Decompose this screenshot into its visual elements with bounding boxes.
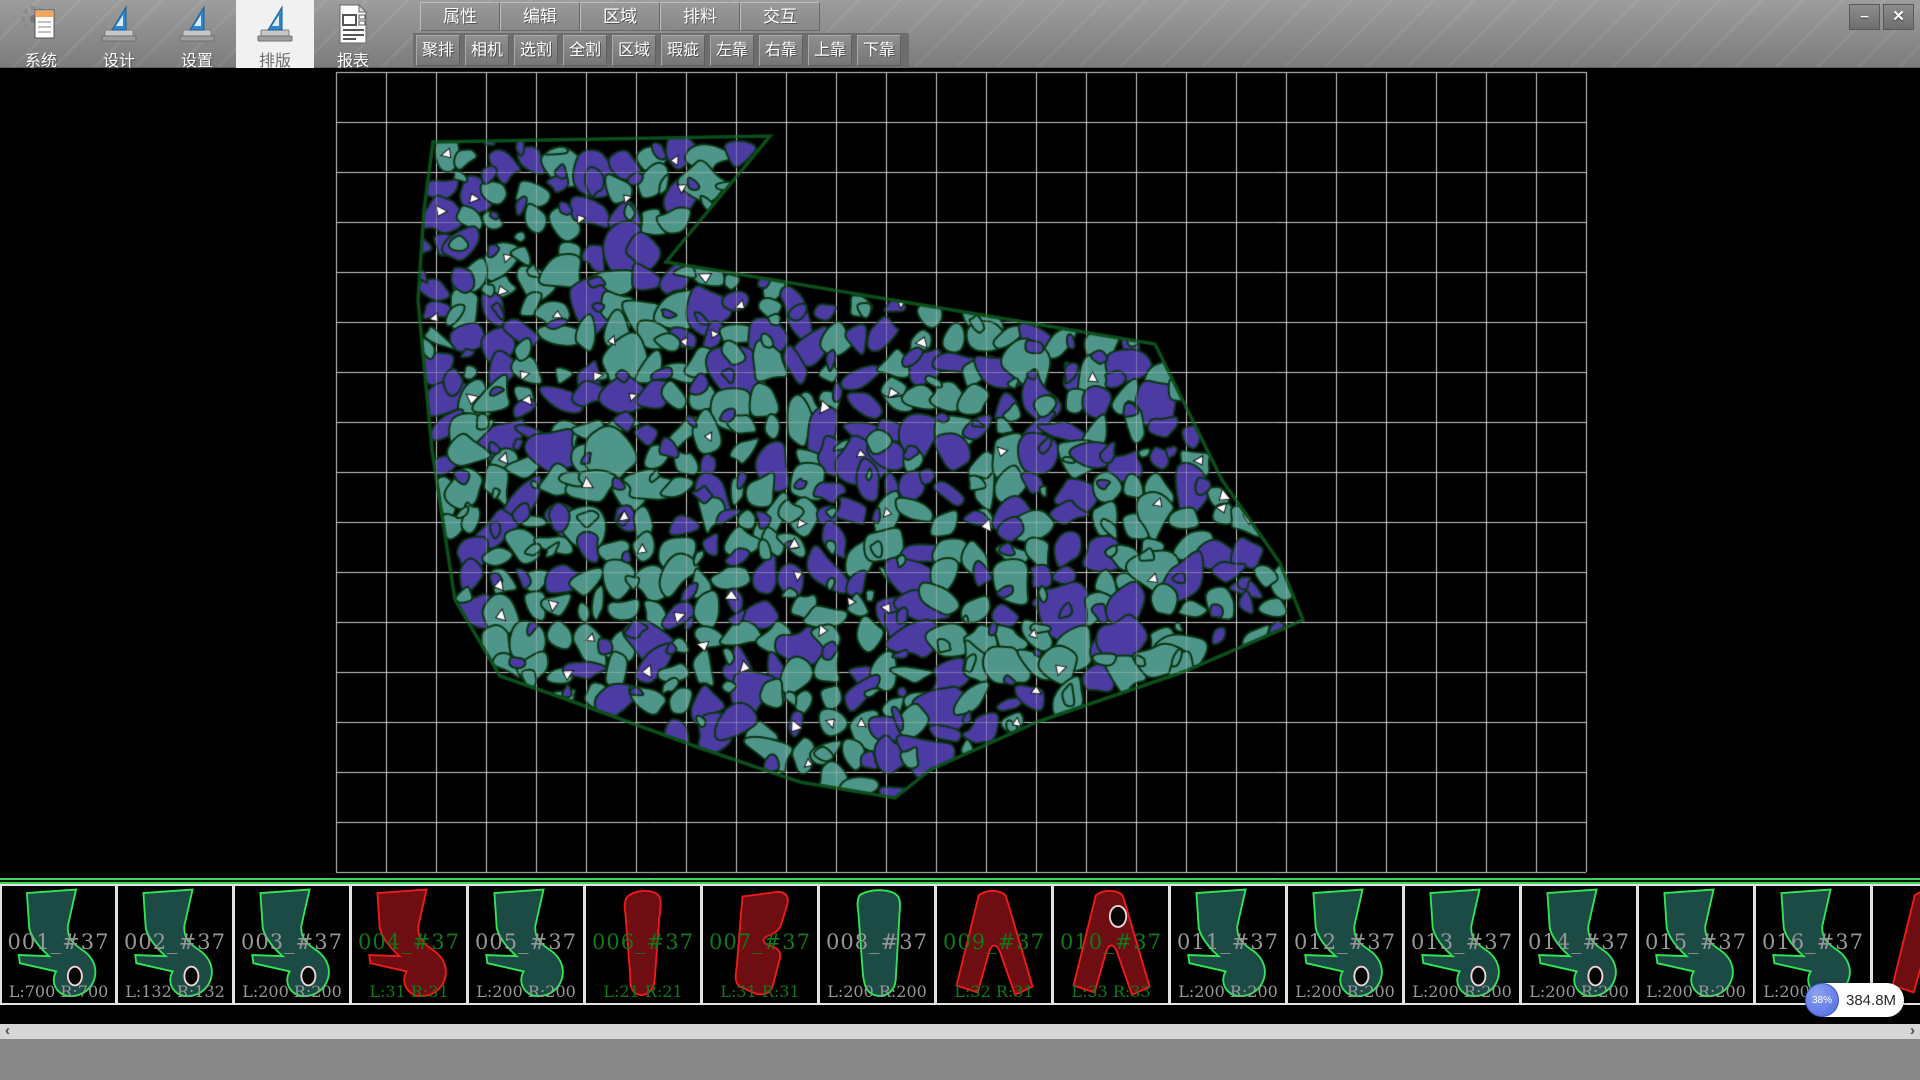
- tool-button-瑕疵[interactable]: 瑕疵: [661, 35, 705, 66]
- thumbnail-strip: 001_#37L:700 R:700002_#37L:132 R:132003_…: [0, 884, 1920, 1005]
- piece-count-label: L:200 R:200: [1405, 982, 1519, 1001]
- scroll-right-icon[interactable]: ›: [1910, 1022, 1915, 1039]
- piece-id-label: 005_#37: [469, 930, 583, 954]
- scroll-left-icon[interactable]: ‹: [5, 1022, 10, 1039]
- piece-id-label: 002_#37: [118, 930, 232, 954]
- design-icon: [98, 3, 140, 45]
- piece-id-label: 006_#37: [586, 930, 700, 954]
- piece-thumbnail[interactable]: 003_#37 L:200 R:200: [234, 884, 351, 1005]
- application-window: 系统设计设置排版报表 属性编辑区域排料交互 聚排相机选割全割区域瑕疵左靠右靠上靠…: [0, 0, 1920, 1080]
- piece-id-label: 003_#37: [235, 930, 349, 954]
- piece-thumbnail[interactable]: 005_#37 L:200 R:200: [468, 884, 585, 1005]
- tool-button-相机[interactable]: 相机: [465, 35, 509, 66]
- piece-count-label: L:200 R:200: [1171, 982, 1285, 1001]
- menu-item-属性[interactable]: 属性: [420, 2, 500, 31]
- piece-count-label: L:200 R:200: [469, 982, 583, 1001]
- tool-button-区域[interactable]: 区域: [612, 35, 656, 66]
- app-button-label: 排版: [259, 47, 291, 71]
- tool-button-上靠[interactable]: 上靠: [808, 35, 852, 66]
- menu-item-区域[interactable]: 区域: [580, 2, 660, 31]
- nesting-canvas[interactable]: [0, 68, 1920, 878]
- piece-count-label: L:200 R:200: [1639, 982, 1753, 1001]
- piece-id-label: 008_#37: [820, 930, 934, 954]
- piece-id-label: 004_#37: [352, 930, 466, 954]
- menu-bar: 属性编辑区域排料交互: [420, 2, 820, 31]
- piece-thumbnail[interactable]: 006_#37 L:21 R:21: [585, 884, 702, 1005]
- tool-button-左靠[interactable]: 左靠: [710, 35, 754, 66]
- app-button-label: 设计: [103, 47, 135, 71]
- app-button-label: 设置: [181, 47, 213, 71]
- progress-circle-icon: 38%: [1805, 983, 1839, 1017]
- piece-count-label: L:200 R:200: [820, 982, 934, 1001]
- piece-count-label: L:132 R:132: [118, 982, 232, 1001]
- piece-thumbnail[interactable]: 013_#37 L:200 R:200: [1404, 884, 1521, 1005]
- tool-button-下靠[interactable]: 下靠: [857, 35, 901, 66]
- piece-thumbnail[interactable]: 009_#37 L:32 R:31: [936, 884, 1053, 1005]
- piece-thumbnail[interactable]: 002_#37 L:132 R:132: [117, 884, 234, 1005]
- minimize-button[interactable]: –: [1849, 4, 1880, 30]
- piece-thumbnail[interactable]: 004_#37 L:31 R:31: [351, 884, 468, 1005]
- piece-id-label: 001_#37: [2, 930, 115, 954]
- piece-count-label: L:700 R:700: [2, 982, 115, 1001]
- piece-thumbnail[interactable]: 001_#37 L:700 R:700: [0, 884, 117, 1005]
- piece-count-label: L:32 R:31: [937, 982, 1051, 1001]
- piece-thumbnail[interactable]: 011_#37 L:200 R:200: [1170, 884, 1287, 1005]
- app-button-label: 报表: [337, 47, 369, 71]
- piece-thumbnail[interactable]: 008_#37 L:200 R:200: [819, 884, 936, 1005]
- piece-count-label: L:200 R:200: [1522, 982, 1636, 1001]
- piece-id-label: 012_#37: [1288, 930, 1402, 954]
- piece-count-label: L:33 R:33: [1054, 982, 1168, 1001]
- piece-id-label: 015_#37: [1639, 930, 1753, 954]
- app-button-排版[interactable]: 排版: [236, 0, 314, 68]
- close-button[interactable]: ✕: [1883, 4, 1914, 30]
- piece-thumbnail[interactable]: 012_#37 L:200 R:200: [1287, 884, 1404, 1005]
- tool-button-右靠[interactable]: 右靠: [759, 35, 803, 66]
- window-controls: – ✕: [1849, 4, 1914, 30]
- piece-count-label: L:31 R:31: [352, 982, 466, 1001]
- settings-icon: [176, 3, 218, 45]
- app-button-设置[interactable]: 设置: [158, 0, 236, 68]
- piece-id-label: 010_#37: [1054, 930, 1168, 954]
- app-button-设计[interactable]: 设计: [80, 0, 158, 68]
- tool-button-聚排[interactable]: 聚排: [416, 35, 460, 66]
- tool-button-全割[interactable]: 全割: [563, 35, 607, 66]
- tool-bar: 聚排相机选割全割区域瑕疵左靠右靠上靠下靠: [413, 33, 909, 68]
- memory-badge: 38% 384.8M: [1806, 983, 1904, 1017]
- toolbar: 系统设计设置排版报表 属性编辑区域排料交互 聚排相机选割全割区域瑕疵左靠右靠上靠…: [0, 0, 1920, 68]
- menu-item-交互[interactable]: 交互: [740, 2, 820, 31]
- piece-id-label: 007_#37: [703, 930, 817, 954]
- piece-thumbnail[interactable]: 007_#37 L:31 R:31: [702, 884, 819, 1005]
- status-bar: [0, 1039, 1920, 1080]
- piece-thumbnail[interactable]: 010_#37 L:33 R:33: [1053, 884, 1170, 1005]
- app-button-label: 系统: [25, 47, 57, 71]
- app-button-系统[interactable]: 系统: [2, 0, 80, 68]
- piece-count-label: L:31 R:31: [703, 982, 817, 1001]
- app-button-报表[interactable]: 报表: [314, 0, 392, 68]
- app-button-group: 系统 设计 设置 排版 报表: [2, 0, 392, 68]
- piece-id-label: 011_#37: [1171, 930, 1285, 954]
- piece-count-label: L:200 R:200: [235, 982, 349, 1001]
- memory-value: 384.8M: [1846, 992, 1896, 1009]
- piece-thumbnail[interactable]: 015_#37 L:200 R:200: [1638, 884, 1755, 1005]
- piece-id-label: 009_#37: [937, 930, 1051, 954]
- piece-id-label: 013_#37: [1405, 930, 1519, 954]
- menu-item-编辑[interactable]: 编辑: [500, 2, 580, 31]
- piece-count-label: L:21 R:21: [586, 982, 700, 1001]
- piece-id-label: 014_#37: [1522, 930, 1636, 954]
- piece-id-label: 016_#37: [1756, 930, 1870, 954]
- menu-item-排料[interactable]: 排料: [660, 2, 740, 31]
- report-icon: [332, 3, 374, 45]
- layout-icon: [254, 3, 296, 45]
- horizontal-scrollbar[interactable]: ‹ ›: [0, 1024, 1920, 1039]
- piece-thumbnail[interactable]: 014_#37 L:200 R:200: [1521, 884, 1638, 1005]
- system-icon: [20, 3, 62, 45]
- piece-count-label: L:200 R:200: [1288, 982, 1402, 1001]
- tool-button-选割[interactable]: 选割: [514, 35, 558, 66]
